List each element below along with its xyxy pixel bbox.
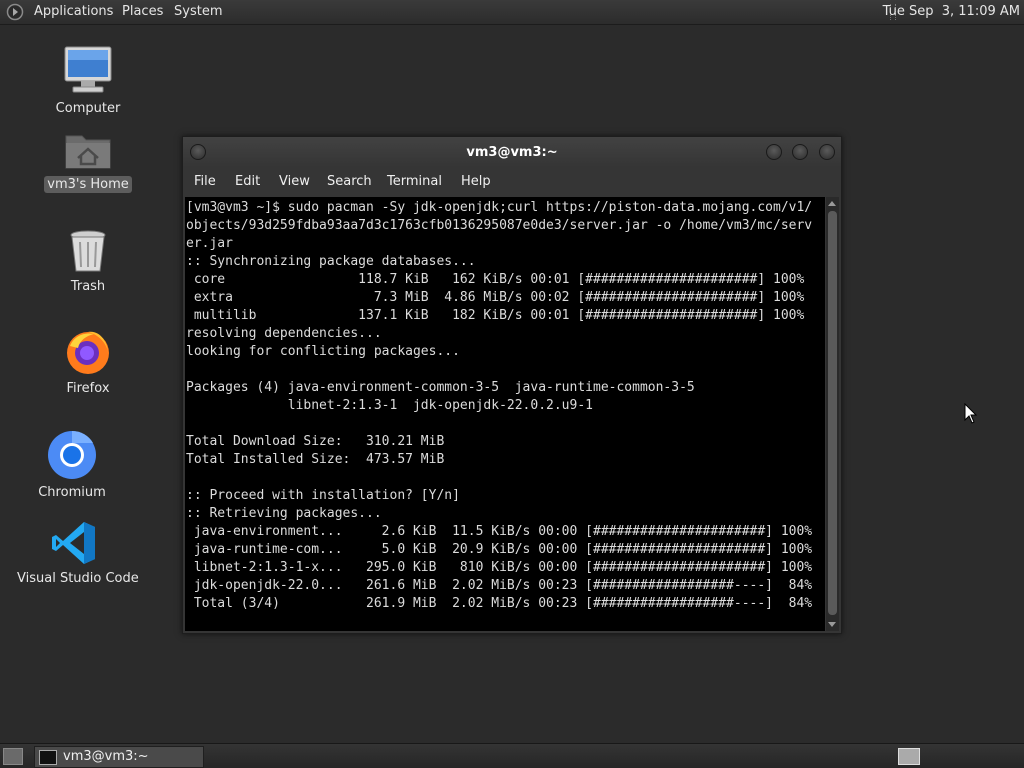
- clock[interactable]: Tue Sep 3, 11:09 AM: [883, 4, 1020, 19]
- menu-edit[interactable]: Edit: [235, 174, 260, 189]
- menu-view[interactable]: View: [279, 174, 310, 189]
- home-folder-icon: [65, 135, 111, 169]
- system-menu[interactable]: System: [174, 4, 222, 19]
- window-title: vm3@vm3:~: [466, 145, 558, 160]
- desktop-icon-label: vm3's Home: [44, 176, 132, 193]
- computer-monitor-icon: [64, 46, 112, 93]
- menu-help[interactable]: Help: [461, 174, 491, 189]
- desktop-icon-label: Computer: [55, 101, 121, 116]
- terminal-menubar: File Edit View Search Terminal Help: [183, 167, 841, 195]
- top-panel: Applications Places System Tue Sep 3, 11…: [0, 0, 1024, 25]
- desktop-icon-label: Firefox: [66, 381, 110, 396]
- chromium-icon: [48, 430, 96, 479]
- scroll-down-icon[interactable]: [828, 622, 836, 627]
- workspace-switcher[interactable]: [898, 748, 920, 765]
- terminal-output[interactable]: [vm3@vm3 ~]$ sudo pacman -Sy jdk-openjdk…: [185, 197, 825, 631]
- gnome-foot-icon[interactable]: [6, 3, 24, 21]
- trash-can-icon: [70, 230, 106, 272]
- desktop-icon-label: Trash: [70, 279, 106, 294]
- desktop-icon-home[interactable]: vm3's Home: [44, 128, 132, 193]
- vscode-icon: [52, 522, 95, 564]
- firefox-icon: [67, 331, 109, 374]
- bottom-panel: vm3@vm3:~: [0, 743, 1024, 768]
- applications-menu[interactable]: Applications: [34, 4, 113, 19]
- window-titlebar[interactable]: vm3@vm3:~: [183, 137, 841, 167]
- menu-file[interactable]: File: [194, 174, 216, 189]
- minimize-button[interactable]: [766, 144, 782, 160]
- scroll-up-icon[interactable]: [828, 201, 836, 206]
- maximize-button[interactable]: [792, 144, 808, 160]
- menu-search[interactable]: Search: [327, 174, 372, 189]
- desktop-icon-computer[interactable]: Computer: [48, 44, 128, 117]
- places-menu[interactable]: Places: [122, 4, 163, 19]
- show-desktop-icon[interactable]: [3, 748, 23, 765]
- desktop-icon-trash[interactable]: Trash: [48, 228, 128, 295]
- desktop-icon-chromium[interactable]: Chromium: [32, 430, 112, 501]
- desktop-icon-label: Chromium: [38, 485, 106, 500]
- taskbar-label: vm3@vm3:~: [63, 749, 149, 764]
- terminal-text[interactable]: [vm3@vm3 ~]$ sudo pacman -Sy jdk-openjdk…: [185, 197, 825, 613]
- desktop-icon-vscode[interactable]: Visual Studio Code: [14, 520, 139, 587]
- terminal-scrollbar[interactable]: [826, 197, 839, 631]
- close-button[interactable]: [819, 144, 835, 160]
- terminal-icon: [39, 750, 57, 765]
- menu-terminal[interactable]: Terminal: [387, 174, 442, 189]
- mouse-pointer-icon: [964, 403, 978, 424]
- desktop-icon-firefox[interactable]: Firefox: [48, 326, 128, 397]
- desktop-icon-label: Visual Studio Code: [17, 571, 139, 586]
- taskbar-button-terminal[interactable]: vm3@vm3:~: [34, 746, 204, 768]
- terminal-window[interactable]: vm3@vm3:~ File Edit View Search Terminal…: [182, 136, 842, 634]
- scrollbar-thumb[interactable]: [828, 211, 837, 615]
